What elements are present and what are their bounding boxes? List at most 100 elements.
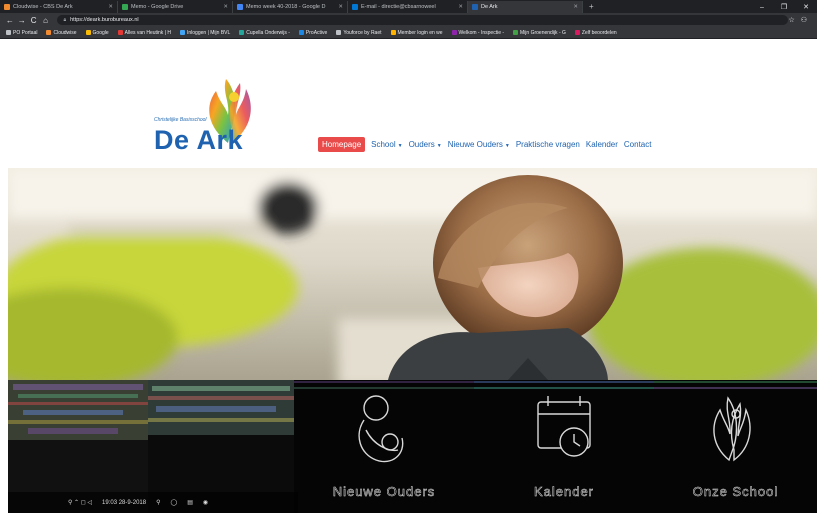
tab-close-icon[interactable]: ✕ [105,4,113,10]
home-icon[interactable]: ⌂ [40,16,52,25]
bookmark-item[interactable]: Member login en we [390,29,443,36]
tab-close-icon[interactable]: ✕ [455,4,463,10]
bookmark-favicon-icon [6,30,11,35]
bookmark-favicon-icon [180,30,185,35]
bookmark-item[interactable]: Youforce by Raet [336,29,382,36]
feature-tile-kalender[interactable]: Kalender [474,380,654,513]
browser-tab[interactable]: Cloudwise - CBS De Ark ✕ [0,1,118,13]
bookmark-favicon-icon [513,30,519,35]
browser-tab[interactable]: Memo week 40-2018 - Google D ✕ [233,1,348,13]
feature-tile-onze-school[interactable]: Onze School [654,380,817,513]
bookmark-label: ProActive [305,29,328,36]
browser-toolbar: ← → C ⌂ 🔒︎ https://deark.burobureaux.nl … [0,13,817,27]
search-icon[interactable]: ⚲ [156,499,160,506]
nav-item-praktische-vragen[interactable]: Praktische vragen [516,140,580,149]
bookmark-label: Google [92,29,109,36]
file-explorer-icon[interactable]: ▤ [187,499,193,506]
bookmark-item[interactable]: Cloudwise [46,29,77,36]
hero-photo [8,168,817,380]
logo-name: De Ark [154,125,244,155]
nav-label: Nieuwe Ouders [447,140,503,149]
nav-item-homepage[interactable]: Homepage [318,137,366,152]
drive-favicon-icon [122,4,128,10]
taskbar-time: 19:03 [102,499,118,506]
forward-arrow-icon[interactable]: → [16,16,28,25]
bookmark-item[interactable]: Cupella Onderwijs - [239,30,290,36]
nav-item-nieuwe-ouders[interactable]: Nieuwe Ouders ▼ [448,140,510,149]
bookmark-favicon-icon [239,30,245,35]
window-controls: – ❐ ✕ [751,1,817,13]
cloudwise-favicon-icon [4,4,10,10]
bookmark-item[interactable]: ProActive [298,29,328,36]
feature-tile-nieuwe-ouders[interactable]: Nieuwe Ouders [294,380,474,513]
bookmark-label: Cupella Onderwijs - [246,29,290,36]
logo-tagline: Christelijke Basisschool [154,117,207,123]
web-page: Christelijke Basisschool De Ark Homepage… [0,40,817,513]
bookmark-favicon-icon [574,30,580,35]
bookmark-item[interactable]: Google [85,29,109,36]
bookmark-favicon-icon [85,30,91,35]
bookmark-label: Zelf beoordelen [581,29,617,36]
bookmark-favicon-icon [336,30,342,35]
main-navigation: Homepage School ▼ Ouders ▼ Nieuwe Ouders ▼ … [318,137,651,152]
bookmark-label: Alles van Heutink | H [124,29,171,36]
bookmark-item[interactable]: Inloggen | Mijn BVL [180,30,230,36]
extension-icon[interactable]: ⚇ [801,16,807,24]
new-tab-button[interactable]: + [583,1,600,13]
minimize-icon[interactable]: – [751,4,773,11]
hero-image [8,168,817,380]
back-arrow-icon[interactable]: ← [4,16,16,25]
bookmark-favicon-icon [451,30,457,35]
tab-title: Cloudwise - CBS De Ark [13,4,73,10]
nav-item-contact[interactable]: Contact [624,140,652,149]
bookmark-label: Welkom - Inspectie - [458,29,505,36]
system-tray-icons[interactable]: ⚲ ⌃ ◻ ◁ [68,499,92,506]
bookmark-star-icon[interactable]: ☆ [788,16,794,24]
bookmark-label: Inloggen | Mijn BVL [187,29,231,36]
tab-close-icon[interactable]: ✕ [335,4,343,10]
bookmark-label: Mijn Groenendijk - G [520,29,566,36]
caret-down-icon: ▼ [397,143,403,149]
nav-item-ouders[interactable]: Ouders ▼ [409,140,442,149]
browser-tab-active[interactable]: De Ark ✕ [468,1,583,13]
bookmark-label: PO Portaal [13,29,38,36]
tab-close-icon[interactable]: ✕ [570,4,578,10]
close-window-icon[interactable]: ✕ [795,3,817,11]
lock-icon[interactable]: 🔒︎ [63,17,66,23]
reload-icon[interactable]: C [28,16,40,25]
docs-favicon-icon [237,4,243,10]
chrome-icon[interactable]: ◉ [203,499,208,506]
tab-title: Memo - Google Drive [131,4,184,10]
bookmark-label: Cloudwise [53,29,77,36]
bookmark-label: Member login en we [397,29,443,36]
bookmark-item[interactable]: Welkom - Inspectie - [451,29,505,36]
bookmark-favicon-icon [46,30,52,35]
task-view-icon[interactable]: ◯ [170,499,177,506]
taskbar-clock: 19:03 28-9-2018 [102,500,146,506]
bookmark-favicon-icon [390,30,396,35]
toolbar-actions: ☆ ⚇ [788,16,813,24]
browser-tab[interactable]: E-mail - directie@cbsarnoweel ✕ [348,1,468,13]
tab-title: E-mail - directie@cbsarnoweel [361,4,436,10]
outlook-favicon-icon [352,4,358,10]
taskbar-date: 28-9-2018 [118,499,147,506]
site-logo[interactable]: Christelijke Basisschool De Ark [150,77,270,157]
bookmark-item[interactable]: Zelf beoordelen [574,29,617,36]
tile-label: Kalender [533,484,595,500]
browser-tab[interactable]: Memo - Google Drive ✕ [118,1,233,13]
nav-item-kalender[interactable]: Kalender [586,140,618,149]
bookmark-item[interactable]: PO Portaal [6,30,37,36]
bookmark-favicon-icon [298,30,304,35]
caret-down-icon: ▼ [504,143,510,149]
deark-favicon-icon [472,4,478,10]
restore-icon[interactable]: ❐ [773,3,795,11]
nav-label: Ouders [408,140,435,149]
url-text: https://deark.burobureaux.nl [70,17,139,23]
tab-close-icon[interactable]: ✕ [220,4,228,10]
bookmark-item[interactable]: Mijn Groenendijk - G [513,30,566,36]
bookmark-label: Youforce by Raet [343,29,382,36]
nav-item-school[interactable]: School ▼ [371,140,402,149]
address-bar[interactable]: 🔒︎ https://deark.burobureaux.nl [57,15,789,25]
tab-title: Memo week 40-2018 - Google D [246,4,326,10]
bookmark-item[interactable]: Alles van Heutink | H [117,29,171,36]
